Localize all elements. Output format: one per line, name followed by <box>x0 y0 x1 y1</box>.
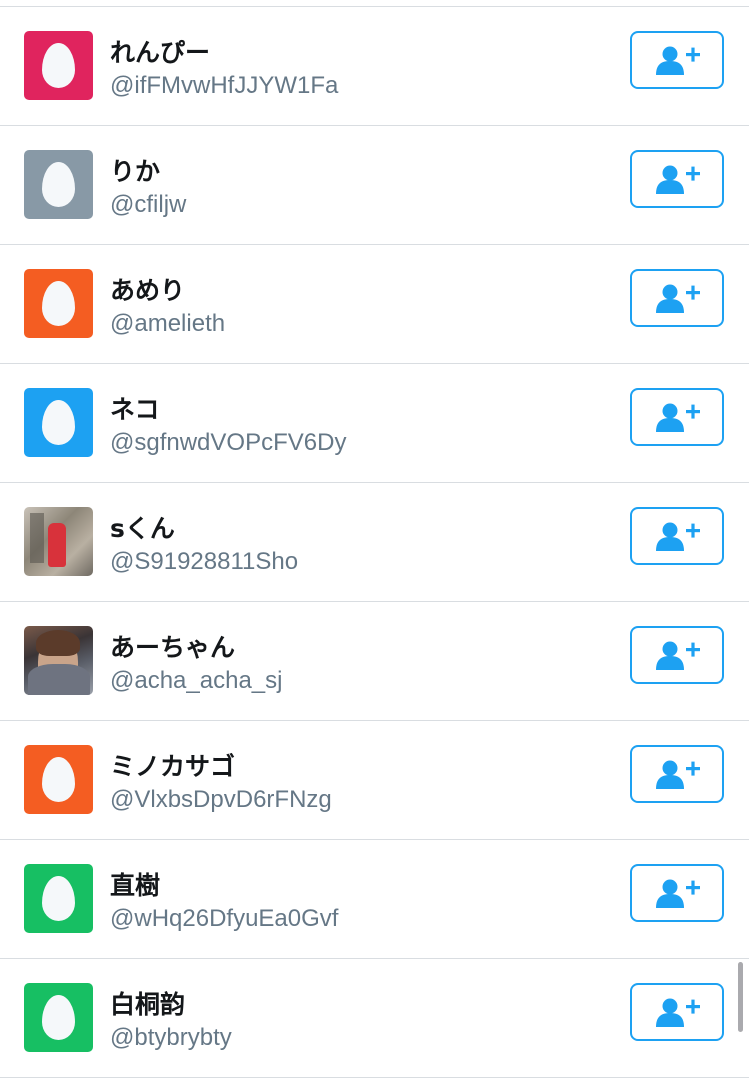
egg-icon <box>42 876 75 921</box>
add-user-icon <box>656 165 700 194</box>
display-name[interactable]: りか <box>110 156 160 188</box>
user-row[interactable]: あめり @amelieth <box>0 245 749 364</box>
user-row[interactable]: ミノカサゴ @VlxbsDpvD6rFNzg <box>0 721 749 840</box>
profile-photo-avatar[interactable] <box>24 507 93 576</box>
user-handle[interactable]: @btybrybty <box>110 1023 232 1053</box>
display-name[interactable]: あめり <box>110 275 185 307</box>
egg-icon <box>42 162 75 207</box>
follow-button[interactable] <box>630 150 724 208</box>
display-name[interactable]: sくん <box>110 513 175 545</box>
user-handle[interactable]: @wHq26DfyuEa0Gvf <box>110 904 338 934</box>
egg-icon <box>42 43 75 88</box>
follow-button[interactable] <box>630 745 724 803</box>
display-name[interactable]: あーちゃん <box>110 632 235 664</box>
user-row[interactable]: あーちゃん @acha_acha_sj <box>0 602 749 721</box>
photo-background <box>30 513 44 563</box>
default-egg-avatar[interactable] <box>24 864 93 933</box>
add-user-icon <box>656 284 700 313</box>
follow-button[interactable] <box>630 388 724 446</box>
egg-icon <box>42 757 75 802</box>
follow-button[interactable] <box>630 864 724 922</box>
user-row[interactable]: れんぴー @ifFMvwHfJJYW1Fa <box>0 7 749 126</box>
egg-icon <box>42 995 75 1040</box>
display-name[interactable]: ミノカサゴ <box>110 751 235 783</box>
user-row[interactable]: りか @cfiljw <box>0 126 749 245</box>
profile-photo-avatar[interactable] <box>24 626 93 695</box>
default-egg-avatar[interactable] <box>24 745 93 814</box>
user-row[interactable]: sくん @S91928811Sho <box>0 483 749 602</box>
default-egg-avatar[interactable] <box>24 388 93 457</box>
default-egg-avatar[interactable] <box>24 31 93 100</box>
add-user-icon <box>656 522 700 551</box>
follow-button[interactable] <box>630 31 724 89</box>
add-user-icon <box>656 760 700 789</box>
user-handle[interactable]: @VlxbsDpvD6rFNzg <box>110 785 332 815</box>
follow-button[interactable] <box>630 983 724 1041</box>
user-handle[interactable]: @cfiljw <box>110 190 186 220</box>
user-handle[interactable]: @S91928811Sho <box>110 547 298 577</box>
default-egg-avatar[interactable] <box>24 983 93 1052</box>
add-user-icon <box>656 403 700 432</box>
user-handle[interactable]: @sgfnwdVOPcFV6Dy <box>110 428 346 458</box>
scrollbar[interactable] <box>738 962 743 1032</box>
display-name[interactable]: れんぴー <box>110 37 210 69</box>
follow-button[interactable] <box>630 507 724 565</box>
user-handle[interactable]: @amelieth <box>110 309 225 339</box>
display-name[interactable]: ネコ <box>110 394 160 426</box>
follow-button[interactable] <box>630 626 724 684</box>
egg-icon <box>42 400 75 445</box>
user-row[interactable]: 白桐韵 @btybrybty <box>0 959 749 1078</box>
display-name[interactable]: 直樹 <box>110 870 160 902</box>
default-egg-avatar[interactable] <box>24 150 93 219</box>
add-user-icon <box>656 998 700 1027</box>
add-user-icon <box>656 641 700 670</box>
photo-subject-hair <box>36 630 80 656</box>
follow-button[interactable] <box>630 269 724 327</box>
photo-subject-coat <box>28 664 90 695</box>
egg-icon <box>42 281 75 326</box>
user-list: れんぴー @ifFMvwHfJJYW1Fa りか @cfiljw あめり @am… <box>0 6 749 1078</box>
display-name[interactable]: 白桐韵 <box>110 989 185 1021</box>
photo-subject <box>48 523 66 567</box>
default-egg-avatar[interactable] <box>24 269 93 338</box>
user-row[interactable]: 直樹 @wHq26DfyuEa0Gvf <box>0 840 749 959</box>
user-handle[interactable]: @acha_acha_sj <box>110 666 282 696</box>
user-row[interactable]: ネコ @sgfnwdVOPcFV6Dy <box>0 364 749 483</box>
add-user-icon <box>656 46 700 75</box>
add-user-icon <box>656 879 700 908</box>
user-handle[interactable]: @ifFMvwHfJJYW1Fa <box>110 71 338 101</box>
